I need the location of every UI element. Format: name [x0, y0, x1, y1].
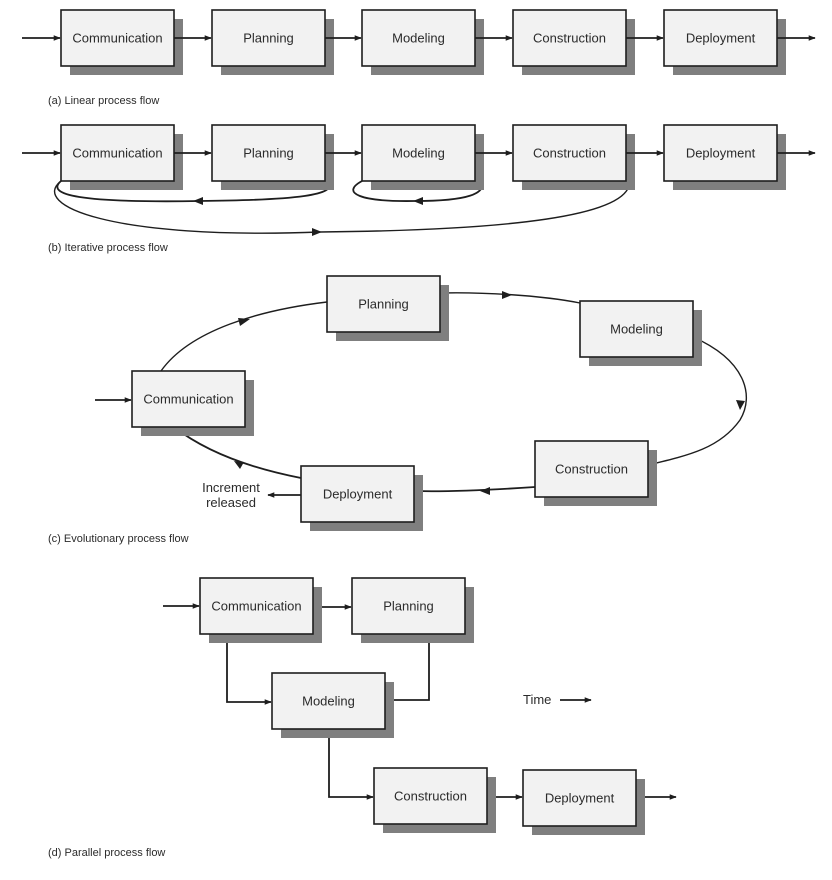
- activity-label: Modeling: [392, 146, 445, 161]
- activity-label: Deployment: [686, 146, 756, 161]
- time-label: Time: [523, 692, 551, 707]
- activity-box-construction: Construction: [373, 767, 496, 833]
- cycle-arrowhead: [736, 400, 745, 410]
- activity-box-planning: Planning: [211, 124, 334, 190]
- cycle-arrowhead: [234, 461, 244, 469]
- process-flow-diagram: Communication Planning Modeling Construc…: [22, 9, 816, 859]
- activity-label: Modeling: [392, 31, 445, 46]
- loop-arrowhead: [413, 197, 423, 205]
- activity-box-deployment: Deployment: [663, 9, 786, 75]
- activity-label: Communication: [72, 146, 162, 161]
- linear-process-flow: Communication Planning Modeling Construc…: [22, 9, 816, 107]
- activity-box-deployment: Deployment: [300, 465, 423, 531]
- activity-label: Construction: [533, 146, 606, 161]
- increment-released-label-line1: Increment: [202, 480, 260, 495]
- activity-label: Planning: [243, 31, 294, 46]
- activity-box-communication: Communication: [131, 370, 254, 436]
- loop-arrowhead: [193, 197, 203, 205]
- activity-label: Deployment: [686, 31, 756, 46]
- flow-arrow-communication-to-modeling: [226, 634, 272, 705]
- increment-released-label-line2: released: [206, 495, 256, 510]
- iterative-process-flow: Communication Planning Modeling Construc…: [22, 124, 816, 254]
- activity-box-communication: Communication: [199, 577, 322, 643]
- activity-label: Communication: [211, 599, 301, 614]
- activity-box-deployment: Deployment: [663, 124, 786, 190]
- activity-label: Planning: [358, 297, 409, 312]
- activity-label: Modeling: [610, 322, 663, 337]
- cycle-arrowhead: [480, 487, 490, 495]
- activity-box-planning: Planning: [351, 577, 474, 643]
- activity-box-planning: Planning: [211, 9, 334, 75]
- activity-label: Planning: [243, 146, 294, 161]
- caption-evolutionary: (c) Evolutionary process flow: [48, 533, 189, 545]
- activity-box-construction: Construction: [512, 124, 635, 190]
- activity-box-modeling: Modeling: [271, 672, 394, 738]
- cycle-arrowhead: [502, 291, 512, 299]
- caption-linear: (a) Linear process flow: [48, 95, 159, 107]
- evolutionary-process-flow: Increment released Planning Modeling Com…: [48, 275, 747, 545]
- activity-box-construction: Construction: [512, 9, 635, 75]
- caption-parallel: (d) Parallel process flow: [48, 847, 165, 859]
- activity-label: Construction: [533, 31, 606, 46]
- activity-box-construction: Construction: [534, 440, 657, 506]
- loop-arrowhead: [312, 228, 322, 236]
- activity-box-modeling: Modeling: [579, 300, 702, 366]
- cycle-arrow-construction-to-deployment: [413, 486, 536, 493]
- activity-box-planning: Planning: [326, 275, 449, 341]
- activity-box-communication: Communication: [60, 9, 183, 75]
- activity-label: Modeling: [302, 694, 355, 709]
- parallel-process-flow: Communication Planning Modeling Construc…: [48, 577, 677, 859]
- caption-iterative: (b) Iterative process flow: [48, 242, 168, 254]
- activity-label: Construction: [555, 462, 628, 477]
- cycle-arrowhead: [238, 318, 250, 326]
- activity-box-deployment: Deployment: [522, 769, 645, 835]
- activity-label: Communication: [72, 31, 162, 46]
- activity-label: Communication: [143, 392, 233, 407]
- activity-label: Deployment: [323, 487, 393, 502]
- cycle-arrow-communication-to-planning: [160, 301, 328, 372]
- flow-arrow-modeling-to-construction: [328, 729, 374, 800]
- activity-label: Construction: [394, 789, 467, 804]
- activity-box-communication: Communication: [60, 124, 183, 190]
- activity-label: Deployment: [545, 791, 615, 806]
- activity-box-modeling: Modeling: [361, 124, 484, 190]
- activity-box-modeling: Modeling: [361, 9, 484, 75]
- activity-label: Planning: [383, 599, 434, 614]
